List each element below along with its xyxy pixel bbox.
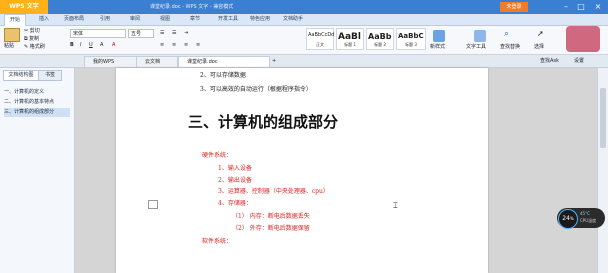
copy-icon: ⧉ <box>24 36 28 42</box>
settings-button[interactable]: 设置 <box>574 57 584 65</box>
login-button[interactable]: 未登录 <box>500 2 528 12</box>
menu-developer[interactable]: 开发工具 <box>218 14 238 25</box>
document-page[interactable] <box>116 68 488 273</box>
text-cursor-icon: ⌶ <box>393 201 398 210</box>
paste-icon[interactable] <box>4 28 20 42</box>
menu-features[interactable]: 特色应用 <box>250 14 270 25</box>
nav-item[interactable]: 一、计算机的定义 <box>4 88 70 97</box>
menu-bar: 开始 插入 页面布局 引用 审阅 视图 章节 开发工具 特色应用 文档助手 <box>0 14 608 26</box>
wps-brand-menu[interactable]: WPS 文字 <box>0 0 48 14</box>
tab-cloud-docs[interactable]: 云文档 <box>136 56 178 67</box>
menu-references[interactable]: 引用 <box>100 14 110 25</box>
cpu-temp: 45°C <box>580 211 590 216</box>
storage-item: （1） 内存：断电后数据丢失 <box>232 213 310 220</box>
style-heading-3[interactable]: AaBbC 标题 3 <box>396 28 426 50</box>
tab-my-wps[interactable]: 我的WPS <box>84 56 142 67</box>
style-heading-1[interactable]: AaBl 标题 1 <box>336 28 364 50</box>
cpu-value: 24 <box>562 215 570 222</box>
cut-icon: ✂ <box>24 28 29 34</box>
style-normal[interactable]: AaBbCcDd 正文 <box>306 28 334 50</box>
window-title: 课堂纪录.doc - WPS 文字 - 兼容模式 <box>150 4 234 10</box>
menu-layout[interactable]: 页面布局 <box>64 14 84 25</box>
vertical-scrollbar[interactable] <box>597 68 608 273</box>
software-title: 软件系统： <box>202 238 233 245</box>
align-left-button[interactable]: ≡ <box>160 41 164 49</box>
style-heading-2[interactable]: AaBb 标题 2 <box>366 28 394 50</box>
section-heading: 三、计算机的组成部分 <box>188 113 339 131</box>
style-label: 正文 <box>316 42 324 47</box>
font-name-select[interactable]: 宋体 <box>70 29 126 38</box>
style-label: 标题 3 <box>405 42 417 47</box>
tab-current-document[interactable]: 课堂纪录.doc <box>178 56 270 67</box>
document-tab-bar: 我的WPS 云文档 课堂纪录.doc + 查找Ask 设置 <box>0 55 608 68</box>
hardware-title: 硬件系统： <box>202 152 233 159</box>
menu-home[interactable]: 开始 <box>4 14 26 26</box>
cut-label: 剪切 <box>29 28 40 34</box>
align-center-button[interactable]: ≡ <box>172 41 176 49</box>
style-preview: AaBl <box>338 32 361 42</box>
font-color-button[interactable]: A <box>112 41 115 49</box>
new-tab-button[interactable]: + <box>272 57 276 65</box>
search-icon[interactable]: ⌕ <box>504 30 509 39</box>
paragraph-handle-icon[interactable] <box>148 200 158 209</box>
hardware-item: 4、存储器： <box>218 200 252 207</box>
menu-insert[interactable]: 插入 <box>39 14 49 25</box>
text-tools-label[interactable]: 文字工具 <box>466 43 486 51</box>
style-preview: AaBbCcDd <box>308 32 335 38</box>
tab-document-map[interactable]: 文档结构图 <box>3 70 39 81</box>
menu-chapter[interactable]: 章节 <box>190 14 200 25</box>
font-size-select[interactable]: 五号 <box>128 29 154 38</box>
scrollbar-thumb[interactable] <box>600 88 606 148</box>
select-arrow-icon[interactable]: ➚ <box>537 30 544 38</box>
copy-label: 复制 <box>29 36 40 42</box>
bullets-button[interactable]: ☰ <box>160 29 164 37</box>
tab-bookmarks[interactable]: 书签 <box>38 70 62 81</box>
cpu-gauge: 24% <box>558 209 578 229</box>
doc-line: 2、可以存储数据 <box>200 72 246 79</box>
menu-review[interactable]: 审阅 <box>130 14 140 25</box>
bold-button[interactable]: B <box>70 41 74 49</box>
copy-button[interactable]: ⧉ 复制 <box>24 35 39 43</box>
underline-button[interactable]: U <box>89 41 93 49</box>
find-replace-label[interactable]: 查找替换 <box>500 43 520 51</box>
menu-view[interactable]: 视图 <box>160 14 170 25</box>
cut-button[interactable]: ✂ 剪切 <box>24 27 40 35</box>
justify-button[interactable]: ≡ <box>196 41 200 49</box>
new-style-icon[interactable] <box>433 30 445 42</box>
hardware-item: 3、运算器、控制器（中央处理器、cpu） <box>218 188 329 195</box>
nav-item-selected[interactable]: 三、计算机的组成部分 <box>4 108 70 117</box>
indent-button[interactable]: ⇥ <box>184 29 188 37</box>
right-panel-search[interactable]: 查找Ask <box>540 57 559 65</box>
new-style-label[interactable]: 新样式 <box>430 43 445 51</box>
strikethrough-button[interactable]: A <box>100 41 103 49</box>
watermark-logo <box>566 26 600 52</box>
style-label: 标题 2 <box>374 42 386 47</box>
format-painter-button[interactable]: ✎ 格式刷 <box>24 43 45 51</box>
maximize-button[interactable]: □ <box>575 1 587 13</box>
minimize-button[interactable]: – <box>560 1 572 13</box>
format-painter-label: 格式刷 <box>29 44 45 50</box>
cpu-unit: % <box>569 216 574 221</box>
brush-icon: ✎ <box>24 44 29 50</box>
hardware-item: 2、输出设备 <box>218 177 252 184</box>
storage-item: （2） 外存：断电后数据保留 <box>232 225 310 232</box>
text-tools-icon[interactable] <box>474 30 486 42</box>
nav-item[interactable]: 二、计算机的基本特点 <box>4 98 70 107</box>
style-label: 标题 1 <box>344 42 356 47</box>
align-right-button[interactable]: ≡ <box>184 41 188 49</box>
doc-line: 3、可以高效的自动运行（根据程序指令） <box>200 86 312 93</box>
cpu-label: CPU温度 <box>580 218 597 223</box>
select-label[interactable]: 选择 <box>534 43 544 51</box>
style-preview: AaBbC <box>398 32 424 40</box>
ribbon: 粘贴 ✂ 剪切 ⧉ 复制 ✎ 格式刷 宋体 五号 B I U A A ☰ ☰ ⇥… <box>0 26 608 55</box>
navigation-pane: 文档结构图 书签 一、计算机的定义 二、计算机的基本特点 三、计算机的组成部分 <box>0 68 75 273</box>
numbering-button[interactable]: ☰ <box>172 29 176 37</box>
paste-label[interactable]: 粘贴 <box>4 42 14 50</box>
menu-doc-assistant[interactable]: 文档助手 <box>283 14 303 25</box>
italic-button[interactable]: I <box>80 41 81 49</box>
hardware-item: 1、输入设备 <box>218 165 252 172</box>
close-button[interactable]: × <box>592 1 604 13</box>
style-preview: AaBb <box>368 32 392 41</box>
